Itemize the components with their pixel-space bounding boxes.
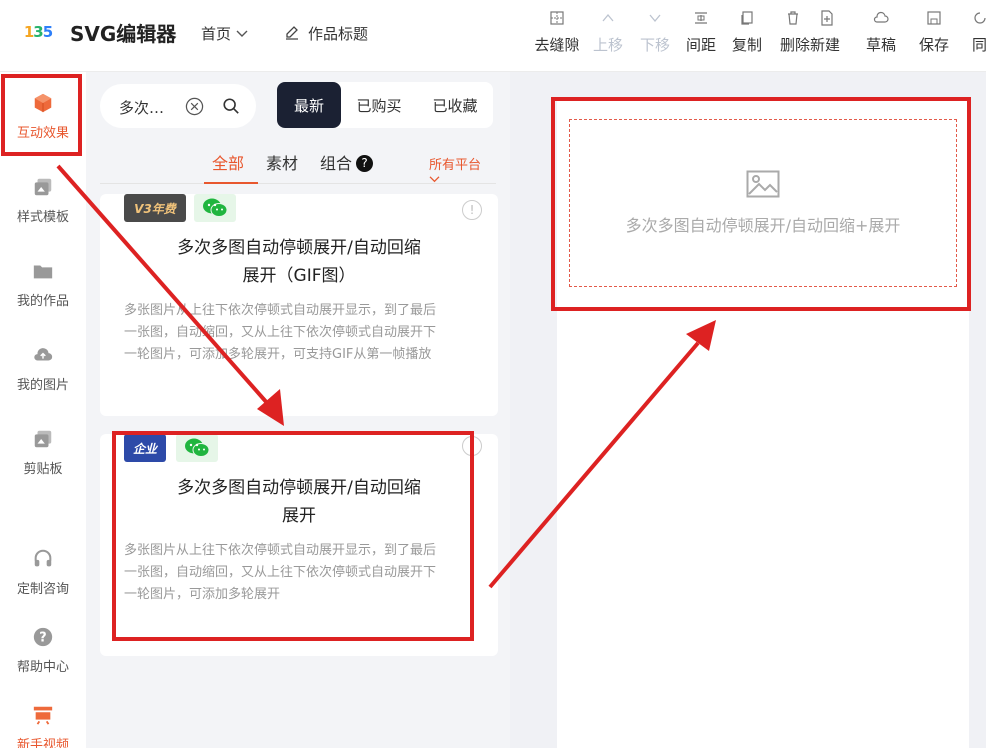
draft-button[interactable]: 草稿 [853, 10, 909, 55]
folder-icon [0, 260, 86, 284]
sidebar-item-custom-consult[interactable]: 定制咨询 [0, 548, 86, 597]
pencil-icon [284, 24, 300, 44]
sidebar-item-style-templates[interactable]: 样式模板 [0, 176, 86, 225]
platform-dropdown[interactable]: 所有平台 [429, 154, 496, 188]
app-brand: SVG编辑器 [70, 22, 177, 46]
effect-card[interactable]: V3年费 ! 多次多图自动停顿展开/自动回缩 展开（GIF图） 多张图片从上往下… [100, 194, 498, 416]
search-box[interactable]: 多次… [100, 84, 256, 128]
clipboard-icon [0, 428, 86, 452]
chevron-down-icon [236, 25, 248, 43]
grid-icon [529, 10, 585, 30]
sidebar-item-tutorial-videos[interactable]: 新手视频 [0, 704, 86, 748]
sort-segment: 最新 已购买 已收藏 [277, 82, 493, 128]
copy-button[interactable]: 复制 [719, 10, 775, 55]
help-icon: ? [0, 626, 86, 650]
trash-icon [785, 11, 801, 30]
headset-icon [0, 548, 86, 572]
active-tab-indicator [204, 182, 258, 184]
work-title-edit[interactable]: 作品标题 [284, 23, 368, 44]
card-title-line2: 展开（GIF图） [242, 266, 356, 286]
remove-gap-button[interactable]: 去缝隙 [529, 10, 585, 55]
effects-panel: 多次… 最新 已购买 已收藏 全部 素材 组合? 所有平台 V3年费 ! 多次多… [86, 72, 510, 748]
clear-icon[interactable] [185, 97, 204, 120]
video-icon [0, 704, 86, 728]
chevron-down-icon [429, 173, 440, 188]
category-tabs: 全部 素材 组合? 所有平台 [100, 148, 496, 184]
sidebar-item-clipboard[interactable]: 剪贴板 [0, 428, 86, 477]
annotation-box [112, 431, 474, 641]
segment-latest[interactable]: 最新 [277, 82, 341, 128]
sidebar-item-help-center[interactable]: ? 帮助中心 [0, 626, 86, 675]
app-logo[interactable]: 135 [18, 14, 58, 50]
delete-new-button[interactable]: 删除新建 [771, 10, 849, 55]
new-file-icon [819, 10, 835, 30]
tab-materials[interactable]: 素材 [266, 150, 298, 174]
cloud-icon [853, 10, 909, 30]
help-badge-icon[interactable]: ? [356, 155, 374, 172]
sidebar-item-my-works[interactable]: 我的作品 [0, 260, 86, 309]
save-button[interactable]: 保存 [906, 10, 962, 55]
annotation-box [551, 97, 971, 311]
sidebar-item-my-images[interactable]: 我的图片 [0, 344, 86, 393]
v3-annual-badge: V3年费 [124, 194, 186, 222]
search-input[interactable]: 多次… [119, 97, 164, 118]
top-toolbar: 135 SVG编辑器 首页 作品标题 去缝隙 上移 下移 间距 复制 删除新建 … [0, 0, 986, 72]
cloud-upload-icon [0, 344, 86, 368]
info-icon[interactable]: ! [462, 200, 482, 220]
sync-icon [972, 10, 986, 30]
card-description: 多张图片从上往下依次停顿式自动展开显示，到了最后 一张图，自动缩回，又从上往下依… [124, 303, 437, 362]
card-title: 多次多图自动停顿展开/自动回缩 [177, 238, 421, 258]
left-sidebar: 互动效果 样式模板 我的作品 我的图片 剪贴板 定制咨询 ? 帮助中心 新手视频 [0, 72, 86, 748]
home-nav-dropdown[interactable]: 首页 [201, 23, 248, 44]
copy-icon [719, 10, 775, 30]
svg-text:?: ? [39, 631, 46, 646]
segment-purchased[interactable]: 已购买 [341, 82, 417, 128]
search-icon[interactable] [222, 97, 240, 119]
tab-all[interactable]: 全部 [212, 150, 244, 174]
wechat-icon [194, 194, 236, 222]
template-icon [0, 176, 86, 200]
annotation-box [1, 74, 82, 156]
segment-favorited[interactable]: 已收藏 [417, 82, 493, 128]
sync-button[interactable]: 同 [962, 10, 986, 55]
tab-combination[interactable]: 组合? [320, 150, 374, 174]
save-icon [906, 10, 962, 30]
